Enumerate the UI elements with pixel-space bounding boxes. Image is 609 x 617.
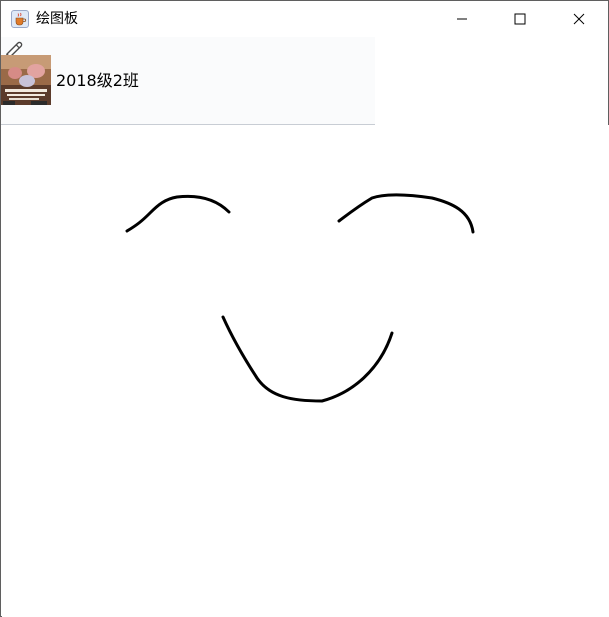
java-cup-icon[interactable] bbox=[11, 10, 29, 28]
minimize-icon bbox=[457, 18, 467, 20]
close-icon bbox=[573, 13, 585, 25]
class-photo-thumbnail[interactable] bbox=[1, 55, 51, 105]
drawing-canvas[interactable] bbox=[2, 125, 609, 617]
maximize-icon bbox=[514, 13, 526, 25]
left-eyebrow-stroke bbox=[125, 194, 231, 233]
minimize-button[interactable] bbox=[439, 1, 485, 37]
smile-stroke bbox=[221, 315, 394, 403]
maximize-button[interactable] bbox=[497, 1, 543, 37]
title-bar[interactable]: 绘图板 bbox=[1, 1, 608, 37]
app-window: 绘图板 2018级2班 bbox=[0, 0, 609, 617]
class-label: 2018级2班 bbox=[56, 71, 139, 90]
close-button[interactable] bbox=[556, 1, 602, 37]
right-eyebrow-stroke bbox=[337, 193, 475, 234]
window-title: 绘图板 bbox=[36, 11, 78, 27]
